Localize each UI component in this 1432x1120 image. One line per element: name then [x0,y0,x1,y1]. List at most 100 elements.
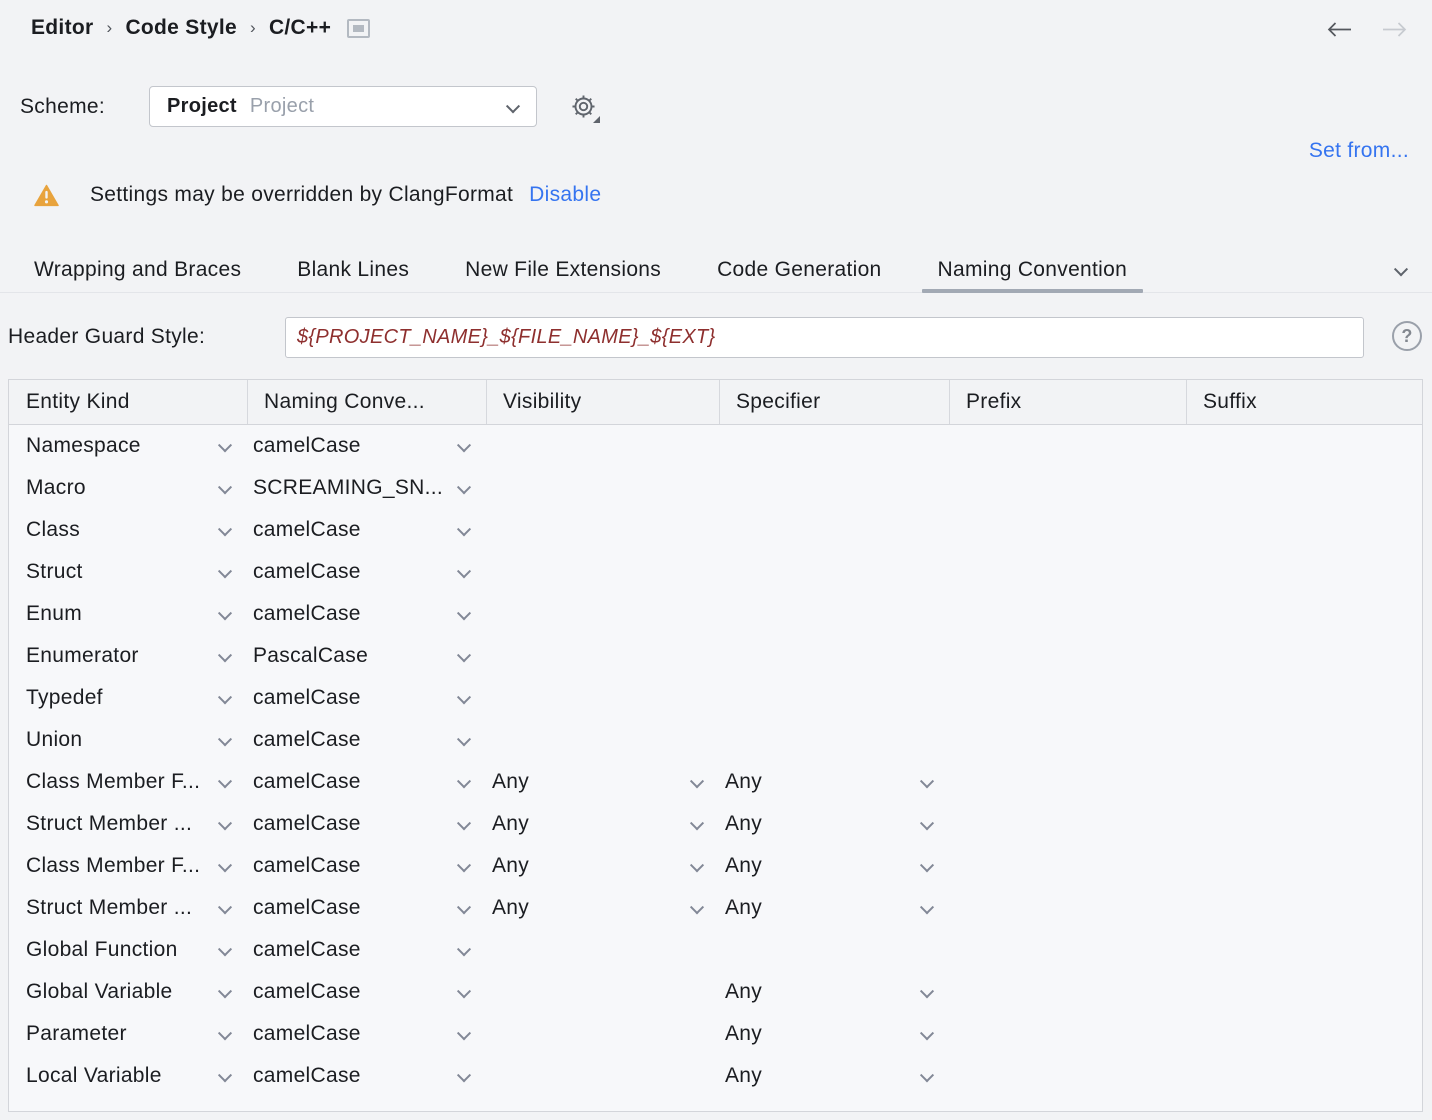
naming-convention-cell[interactable]: camelCase [247,971,486,1013]
chevron-down-icon[interactable] [218,648,232,662]
tab-new-file-extensions[interactable]: New File Extensions [449,247,677,292]
chevron-down-icon[interactable] [457,606,471,620]
naming-convention-cell[interactable]: camelCase [247,551,486,593]
visibility-cell[interactable]: Any [486,845,719,887]
chevron-down-icon[interactable] [457,858,471,872]
chevron-down-icon[interactable] [218,1026,232,1040]
chevron-down-icon[interactable] [218,438,232,452]
specifier-cell[interactable]: Any [719,971,949,1013]
chevron-down-icon[interactable] [457,564,471,578]
disable-clangformat-link[interactable]: Disable [529,183,601,207]
chevron-down-icon[interactable] [457,900,471,914]
scheme-select[interactable]: Project Project [149,86,537,127]
entity-kind-cell[interactable]: Union [9,719,247,761]
chevron-down-icon[interactable] [218,816,232,830]
header-guard-style-input[interactable] [285,317,1364,358]
chevron-down-icon[interactable] [920,858,934,872]
chevron-down-icon[interactable] [218,522,232,536]
chevron-down-icon[interactable] [457,816,471,830]
chevron-down-icon[interactable] [218,900,232,914]
chevron-down-icon[interactable] [457,984,471,998]
naming-convention-cell[interactable]: camelCase [247,761,486,803]
naming-convention-cell[interactable]: camelCase [247,425,486,467]
chevron-down-icon[interactable] [690,858,704,872]
chevron-down-icon[interactable] [457,648,471,662]
tab-wrapping-and-braces[interactable]: Wrapping and Braces [18,247,257,292]
entity-kind-cell[interactable]: Class [9,509,247,551]
specifier-cell[interactable]: Any [719,887,949,929]
visibility-cell[interactable]: Any [486,761,719,803]
naming-convention-cell[interactable]: camelCase [247,887,486,929]
naming-convention-cell[interactable]: camelCase [247,719,486,761]
specifier-cell[interactable]: Any [719,761,949,803]
chevron-down-icon[interactable] [920,984,934,998]
entity-kind-cell[interactable]: Local Variable [9,1055,247,1097]
specifier-cell[interactable]: Any [719,1013,949,1055]
chevron-down-icon[interactable] [218,774,232,788]
chevron-down-icon[interactable] [218,480,232,494]
visibility-cell[interactable]: Any [486,803,719,845]
chevron-down-icon[interactable] [690,900,704,914]
chevron-down-icon[interactable] [920,816,934,830]
chevron-down-icon[interactable] [920,774,934,788]
specifier-cell[interactable]: Any [719,1055,949,1097]
entity-kind-cell[interactable]: Enumerator [9,635,247,677]
chevron-down-icon[interactable] [457,1026,471,1040]
naming-convention-cell[interactable]: camelCase [247,677,486,719]
chevron-down-icon[interactable] [457,1068,471,1082]
chevron-down-icon[interactable] [457,690,471,704]
help-icon[interactable]: ? [1392,321,1422,351]
chevron-down-icon[interactable] [920,1026,934,1040]
chevron-down-icon[interactable] [457,438,471,452]
entity-kind-cell[interactable]: Struct Member ... [9,803,247,845]
specifier-cell[interactable]: Any [719,803,949,845]
entity-kind-cell[interactable]: Global Function [9,929,247,971]
chevron-down-icon[interactable] [218,858,232,872]
set-from-link[interactable]: Set from... [1309,139,1409,163]
chevron-down-icon[interactable] [218,564,232,578]
chevron-down-icon[interactable] [218,606,232,620]
chevron-down-icon[interactable] [920,1068,934,1082]
naming-convention-cell[interactable]: camelCase [247,509,486,551]
chevron-down-icon[interactable] [690,816,704,830]
chevron-down-icon[interactable] [218,984,232,998]
naming-convention-cell[interactable]: camelCase [247,845,486,887]
entity-kind-cell[interactable]: Class Member F... [9,761,247,803]
chevron-down-icon[interactable] [457,732,471,746]
naming-convention-cell[interactable]: SCREAMING_SN... [247,467,486,509]
naming-convention-cell[interactable]: camelCase [247,803,486,845]
tab-blank-lines[interactable]: Blank Lines [281,247,425,292]
naming-convention-cell[interactable]: camelCase [247,1013,486,1055]
more-tabs-button[interactable] [1382,247,1416,292]
chevron-down-icon[interactable] [457,942,471,956]
chevron-down-icon[interactable] [457,774,471,788]
chevron-down-icon[interactable] [920,900,934,914]
back-arrow-icon[interactable] [1326,21,1352,38]
entity-kind-cell[interactable]: Struct Member ... [9,887,247,929]
entity-kind-cell[interactable]: Typedef [9,677,247,719]
chevron-down-icon[interactable] [457,522,471,536]
breadcrumb-item-editor[interactable]: Editor [31,16,93,40]
chevron-down-icon[interactable] [690,774,704,788]
tab-code-generation[interactable]: Code Generation [701,247,897,292]
chevron-down-icon[interactable] [457,480,471,494]
chevron-down-icon[interactable] [218,1068,232,1082]
entity-kind-cell[interactable]: Enum [9,593,247,635]
entity-kind-cell[interactable]: Class Member F... [9,845,247,887]
entity-kind-cell[interactable]: Global Variable [9,971,247,1013]
chevron-down-icon[interactable] [218,690,232,704]
forward-arrow-icon[interactable] [1382,21,1408,38]
naming-convention-cell[interactable]: camelCase [247,1055,486,1097]
breadcrumb-item-code-style[interactable]: Code Style [125,16,237,40]
naming-convention-cell[interactable]: camelCase [247,929,486,971]
chevron-down-icon[interactable] [218,942,232,956]
tab-naming-convention[interactable]: Naming Convention [922,247,1144,292]
entity-kind-cell[interactable]: Parameter [9,1013,247,1055]
chevron-down-icon[interactable] [218,732,232,746]
entity-kind-cell[interactable]: Macro [9,467,247,509]
breadcrumb-item-c-cpp[interactable]: C/C++ [269,16,331,40]
visibility-cell[interactable]: Any [486,887,719,929]
entity-kind-cell[interactable]: Namespace [9,425,247,467]
scheme-actions-button[interactable] [568,91,600,123]
naming-convention-cell[interactable]: camelCase [247,593,486,635]
